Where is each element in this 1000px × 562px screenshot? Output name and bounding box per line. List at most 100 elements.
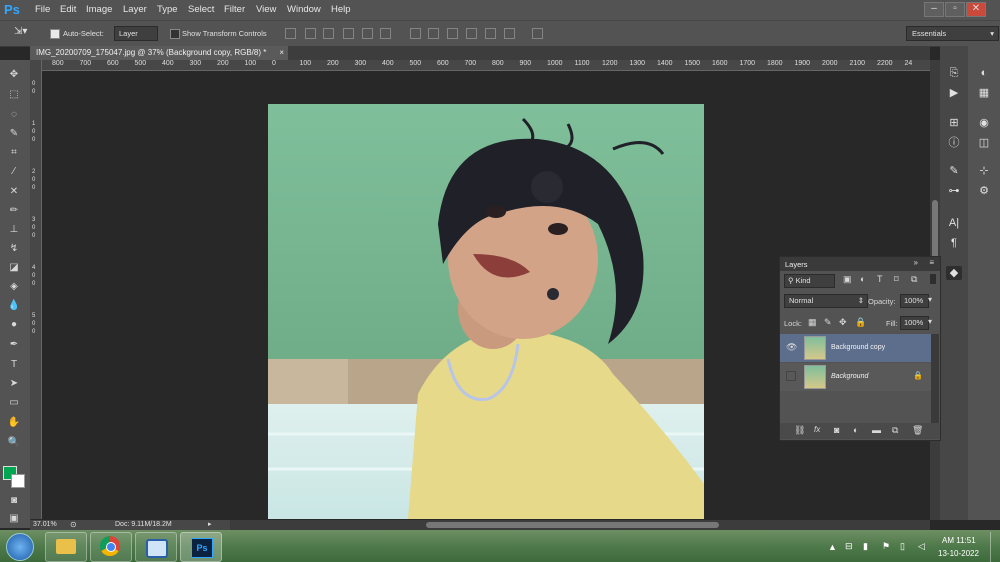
crop-tool-icon[interactable]: ⌗ — [6, 146, 22, 160]
filter-pixel-icon[interactable]: ▣ — [843, 274, 852, 285]
menu-image[interactable]: Image — [86, 4, 112, 15]
filter-shape-icon[interactable]: ⌑ — [894, 274, 899, 285]
tray-flag-icon[interactable]: ⚑ — [882, 541, 890, 552]
filter-smart-object-icon[interactable]: ⧉ — [911, 274, 917, 285]
styles-panel-icon[interactable]: ◫ — [976, 136, 992, 150]
quick-select-tool-icon[interactable]: ✎ — [6, 127, 22, 141]
layer-style-icon[interactable]: fx — [814, 425, 820, 434]
info-panel-icon[interactable]: ⓘ — [946, 136, 962, 150]
move-tool-icon[interactable]: ⇲▾ — [14, 26, 27, 37]
layers-panel-title[interactable]: Layers — [785, 260, 808, 269]
filter-type-icon[interactable]: T — [877, 274, 883, 284]
brush-tool-icon[interactable]: ✏ — [6, 204, 22, 218]
character-panel-icon[interactable]: A| — [946, 216, 962, 230]
menu-type[interactable]: Type — [157, 4, 178, 15]
auto-align-icon[interactable] — [532, 28, 543, 39]
clock-time[interactable]: AM 11:51 — [942, 536, 976, 545]
distribute-vcenter-icon[interactable] — [428, 28, 439, 39]
start-button[interactable] — [6, 533, 34, 561]
horizontal-scroll-thumb[interactable] — [426, 522, 719, 528]
filter-adjustment-icon[interactable]: ◐ — [860, 274, 865, 284]
pen-tool-icon[interactable]: ✒ — [6, 338, 22, 352]
minimize-button[interactable]: – — [924, 2, 944, 17]
type-tool-icon[interactable]: T — [6, 358, 22, 372]
clock-date[interactable]: 13-10-2022 — [938, 549, 979, 558]
zoom-level[interactable]: 37.01% — [33, 521, 57, 528]
add-mask-icon[interactable]: ◙ — [834, 425, 839, 435]
history-panel-icon[interactable]: ⎘ — [946, 66, 962, 80]
history-brush-tool-icon[interactable]: ↯ — [6, 242, 22, 256]
menu-file[interactable]: File — [35, 4, 50, 15]
paragraph-panel-icon[interactable]: ¶ — [946, 236, 962, 250]
auto-select-checkbox[interactable] — [50, 29, 60, 39]
path-selection-tool-icon[interactable]: ➤ — [6, 377, 22, 391]
distribute-top-icon[interactable] — [410, 28, 421, 39]
paint-bucket-tool-icon[interactable]: ◈ — [6, 280, 22, 294]
paths-panel-icon[interactable]: ⊹ — [976, 164, 992, 178]
tray-keyboard-icon[interactable]: ⊟ — [845, 541, 853, 552]
align-right-icon[interactable] — [380, 28, 391, 39]
lock-position-icon[interactable]: ✥ — [839, 317, 847, 328]
distribute-left-icon[interactable] — [466, 28, 477, 39]
fill-slider-icon[interactable]: ▾ — [928, 317, 932, 326]
vertical-scroll-thumb[interactable] — [932, 200, 938, 260]
taskbar-snipping-tool[interactable] — [135, 532, 177, 562]
menu-help[interactable]: Help — [331, 4, 351, 15]
swatches-panel-icon[interactable]: ▦ — [976, 86, 992, 100]
menu-edit[interactable]: Edit — [60, 4, 76, 15]
layer-name[interactable]: Background — [831, 373, 868, 380]
layer-row[interactable]: Background copy — [800, 334, 931, 362]
status-arrow-icon[interactable]: ▸ — [208, 520, 212, 528]
status-share-icon[interactable]: ⊙ — [70, 520, 77, 529]
color-panel-icon[interactable]: ◐ — [976, 66, 992, 80]
layer-filter-dropdown[interactable]: ⚲ Kind — [784, 274, 835, 288]
new-adjustment-icon[interactable]: ◐ — [853, 425, 858, 435]
align-bottom-icon[interactable] — [323, 28, 334, 39]
zoom-tool-icon[interactable]: 🔍 — [6, 436, 22, 450]
layers-panel-icon[interactable]: ◆ — [946, 266, 962, 280]
show-hidden-icons[interactable]: ▲ — [828, 542, 837, 552]
menu-window[interactable]: Window — [287, 4, 321, 15]
eyedropper-tool-icon[interactable]: ⁄ — [6, 165, 22, 179]
layers-scrollbar[interactable] — [931, 334, 939, 424]
navigator-panel-icon[interactable]: ◉ — [976, 116, 992, 130]
collapse-icon[interactable]: » — [914, 258, 918, 267]
align-top-icon[interactable] — [285, 28, 296, 39]
rectangle-tool-icon[interactable]: ▭ — [6, 396, 22, 410]
distribute-hcenter-icon[interactable] — [485, 28, 496, 39]
taskbar-photoshop[interactable]: Ps — [180, 532, 222, 562]
menu-view[interactable]: View — [256, 4, 276, 15]
lasso-tool-icon[interactable]: ◌ — [6, 108, 22, 122]
close-button[interactable]: ✕ — [966, 2, 986, 17]
new-group-icon[interactable]: ▬ — [872, 425, 881, 435]
healing-brush-tool-icon[interactable]: ✕ — [6, 185, 22, 199]
delete-layer-icon[interactable]: 🗑 — [912, 425, 923, 436]
lock-transparent-icon[interactable]: ▦ — [808, 317, 817, 328]
layer-name[interactable]: Background copy — [831, 344, 885, 351]
actions-panel-icon[interactable]: ▶ — [946, 86, 962, 100]
opacity-input[interactable]: 100% — [900, 294, 929, 308]
volume-icon[interactable]: ◁ — [918, 541, 925, 552]
align-left-icon[interactable] — [343, 28, 354, 39]
show-transform-checkbox[interactable] — [170, 29, 180, 39]
menu-filter[interactable]: Filter — [224, 4, 245, 15]
battery-icon[interactable]: ▯ — [900, 541, 905, 552]
distribute-right-icon[interactable] — [504, 28, 515, 39]
lock-image-icon[interactable]: ✎ — [824, 317, 832, 328]
hand-tool-icon[interactable]: ✋ — [6, 416, 22, 430]
auto-select-dropdown[interactable]: Layer — [114, 26, 158, 41]
move-tool-icon[interactable]: ✥ — [6, 68, 22, 82]
restore-button[interactable]: ▫ — [945, 2, 965, 17]
quick-mask-icon[interactable]: ◙ — [6, 494, 22, 508]
taskbar-file-explorer[interactable] — [45, 532, 87, 562]
screen-mode-icon[interactable]: ▣ — [6, 512, 22, 526]
network-icon[interactable]: ▮ — [863, 541, 868, 552]
workspace-switcher[interactable]: Essentials ▾ — [906, 26, 999, 41]
filter-toggle[interactable] — [930, 274, 936, 284]
document-tab[interactable]: IMG_20200709_175047.jpg @ 37% (Backgroun… — [30, 46, 288, 60]
opacity-slider-icon[interactable]: ▾ — [928, 295, 932, 304]
tool-presets-icon[interactable]: ⚙ — [976, 184, 992, 198]
menu-select[interactable]: Select — [188, 4, 214, 15]
marquee-tool-icon[interactable]: ⬚ — [6, 88, 22, 102]
clone-stamp-tool-icon[interactable]: ⊥ — [6, 223, 22, 237]
